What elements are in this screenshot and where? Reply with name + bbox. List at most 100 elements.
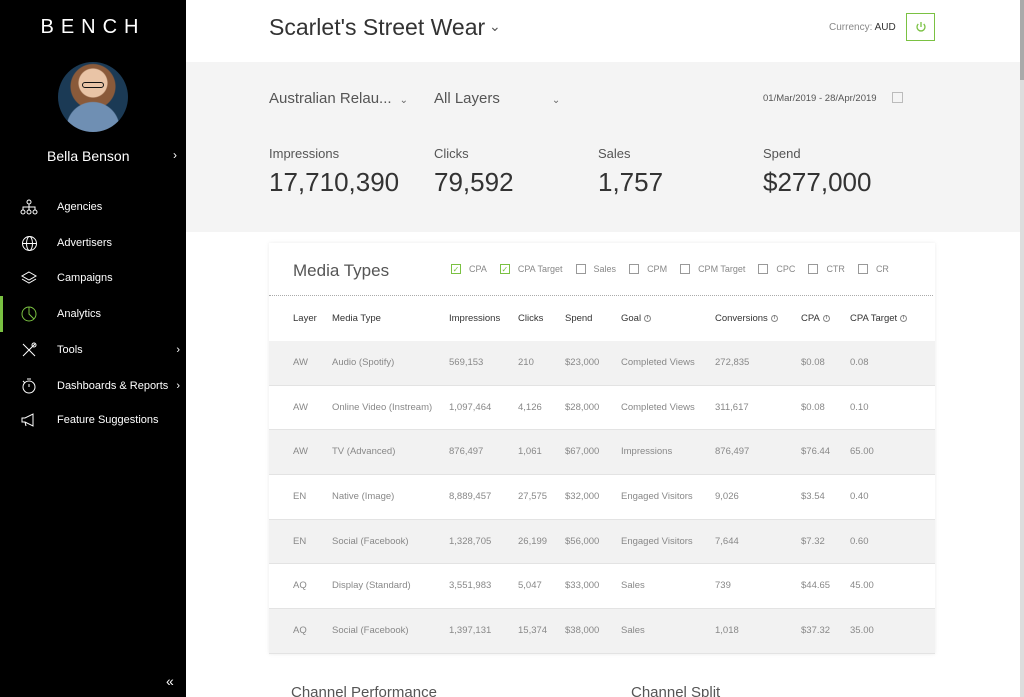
table-cell: Completed Views — [621, 401, 695, 413]
column-header[interactable]: Impressions — [449, 313, 500, 324]
sidebar-item-label: Agencies — [57, 201, 103, 213]
chevron-down-icon: ⌄ — [551, 95, 561, 106]
table-row[interactable]: EN Native (Image) 8,889,457 27,575 $32,000 En… — [269, 475, 935, 520]
checkbox[interactable] — [629, 264, 640, 274]
metric-toggle[interactable]: CPM — [629, 264, 667, 274]
info-icon[interactable]: i — [822, 314, 830, 322]
table-row[interactable]: AQ Display (Standard) 3,551,983 5,047 $33,00… — [269, 564, 935, 610]
sidebar-item-dashboards[interactable]: Dashboards & Reports › — [0, 368, 186, 404]
metric-toggle[interactable]: CR — [857, 264, 889, 274]
checkbox[interactable] — [758, 264, 769, 274]
column-header-cpa-target[interactable]: CPA Target i — [850, 313, 908, 324]
checkbox[interactable]: ✓ — [499, 264, 510, 274]
checkbox[interactable]: ✓ — [451, 264, 461, 274]
table-cell: $3.54 — [801, 490, 825, 502]
metric-toggle[interactable]: CTR — [808, 264, 845, 274]
metric-toggle-label: CPA — [469, 264, 487, 274]
table-cell: $23,000 — [565, 356, 600, 368]
table-cell: 1,097,464 — [449, 401, 492, 413]
info-icon[interactable]: i — [900, 314, 908, 322]
metric-toggle-label: CPA Target — [517, 264, 563, 274]
checkbox[interactable] — [680, 264, 691, 274]
metric-label: Clicks — [434, 146, 469, 161]
sidebar-item-agencies[interactable]: Agencies — [0, 189, 186, 225]
column-header[interactable]: Clicks — [518, 313, 543, 324]
table-cell: 1,328,705 — [449, 535, 492, 547]
sidebar-item-label: Feature Suggestions — [57, 414, 159, 426]
table-cell: $7.32 — [801, 535, 825, 547]
table-row[interactable]: AW Online Video (Instream) 1,097,464 4,126 $… — [269, 386, 935, 431]
campaign-select-value: Australian Relau... — [269, 90, 392, 107]
date-range[interactable]: 01/Mar/2019 - 28/Apr/2019 — [763, 93, 877, 104]
metric-toggle[interactable]: CPC — [758, 264, 795, 274]
logout-button[interactable] — [906, 13, 935, 41]
metric-toggle[interactable]: ✓ CPA — [451, 264, 487, 274]
media-types-table-body: AW Audio (Spotify) 569,153 210 $23,000 Comple… — [269, 341, 935, 654]
currency-label: Currency: — [829, 22, 873, 33]
metric-sales: Sales 1,757 — [598, 146, 663, 198]
chevron-right-icon: › — [176, 344, 180, 356]
metric-toggle[interactable]: Sales — [575, 264, 616, 274]
sidebar-item-advertisers[interactable]: Advertisers — [0, 225, 186, 261]
metric-label: Spend — [763, 146, 801, 161]
table-cell: 0.40 — [850, 490, 869, 502]
table-row[interactable]: AW TV (Advanced) 876,497 1,061 $67,000 Impres… — [269, 430, 935, 476]
metric-toggle-label: CPM — [647, 264, 668, 274]
table-cell: $33,000 — [565, 580, 600, 592]
column-header-cpa[interactable]: CPA i — [801, 313, 830, 324]
metric-toggle[interactable]: ✓ CPA Target — [499, 264, 563, 274]
brand-logo[interactable]: BENCH — [0, 16, 186, 39]
table-cell: Online Video (Instream) — [332, 401, 433, 413]
avatar[interactable] — [58, 62, 128, 132]
column-header[interactable]: Layer — [293, 313, 317, 324]
layers-select-value: All Layers — [434, 90, 500, 107]
currency-value: AUD — [874, 22, 896, 33]
metric-toggle-label: CPC — [776, 264, 796, 274]
metric-toggle[interactable]: CPM Target — [680, 264, 745, 274]
table-cell: AW — [293, 356, 308, 368]
chevron-right-icon[interactable]: › — [173, 148, 177, 162]
table-cell: Engaged Visitors — [621, 535, 693, 547]
table-row[interactable]: AQ Social (Facebook) 1,397,131 15,374 $38,00… — [269, 609, 935, 654]
table-cell: $32,000 — [565, 490, 600, 502]
layers-select[interactable]: All Layers ⌄ — [434, 90, 560, 107]
campaign-select[interactable]: Australian Relau... ⌄ — [269, 90, 408, 107]
table-cell: 311,617 — [715, 401, 749, 413]
table-cell: $67,000 — [565, 446, 600, 458]
chevron-down-icon: ⌄ — [399, 95, 408, 106]
column-header-label: Conversions — [715, 313, 768, 324]
table-row[interactable]: AW Audio (Spotify) 569,153 210 $23,000 Comple… — [269, 341, 935, 386]
table-cell: 876,497 — [449, 446, 484, 458]
sidebar-item-tools[interactable]: Tools › — [0, 332, 186, 368]
currency-display: Currency: AUD — [829, 22, 896, 33]
checkbox[interactable] — [857, 264, 868, 274]
sidebar-item-feature-suggestions[interactable]: Feature Suggestions — [0, 402, 186, 438]
user-name[interactable]: Bella Benson — [47, 148, 130, 164]
column-header-conversions[interactable]: Conversions i — [715, 313, 778, 324]
metric-value: $277,000 — [763, 167, 872, 197]
table-cell: EN — [293, 490, 307, 502]
checkbox[interactable] — [575, 264, 586, 274]
divider — [269, 295, 933, 296]
column-header[interactable]: Media Type — [332, 313, 381, 324]
channel-split-card: Channel Split — [609, 668, 935, 697]
table-row[interactable]: EN Social (Facebook) 1,328,705 26,199 $56,00… — [269, 519, 935, 565]
client-selector[interactable]: Scarlet's Street Wear — [269, 14, 485, 41]
sidebar-item-analytics[interactable]: Analytics — [0, 296, 186, 332]
table-cell: 1,397,131 — [449, 624, 492, 636]
info-icon[interactable]: i — [644, 314, 652, 322]
column-header[interactable]: Spend — [565, 313, 592, 324]
table-cell: AQ — [293, 580, 307, 592]
table-cell: TV (Advanced) — [332, 446, 396, 458]
sidebar-item-campaigns[interactable]: Campaigns — [0, 260, 186, 296]
info-icon[interactable]: i — [770, 314, 778, 322]
chevron-down-icon[interactable]: ⌄ — [489, 18, 501, 35]
hierarchy-icon — [19, 197, 39, 217]
scrollbar[interactable] — [1020, 0, 1024, 697]
calendar-icon[interactable] — [892, 92, 903, 103]
checkbox[interactable] — [808, 264, 819, 274]
column-header-goal[interactable]: Goal i — [621, 313, 652, 324]
table-cell: 739 — [715, 580, 731, 592]
collapse-sidebar-icon[interactable]: « — [166, 673, 174, 689]
scrollbar-thumb[interactable] — [1020, 0, 1024, 80]
